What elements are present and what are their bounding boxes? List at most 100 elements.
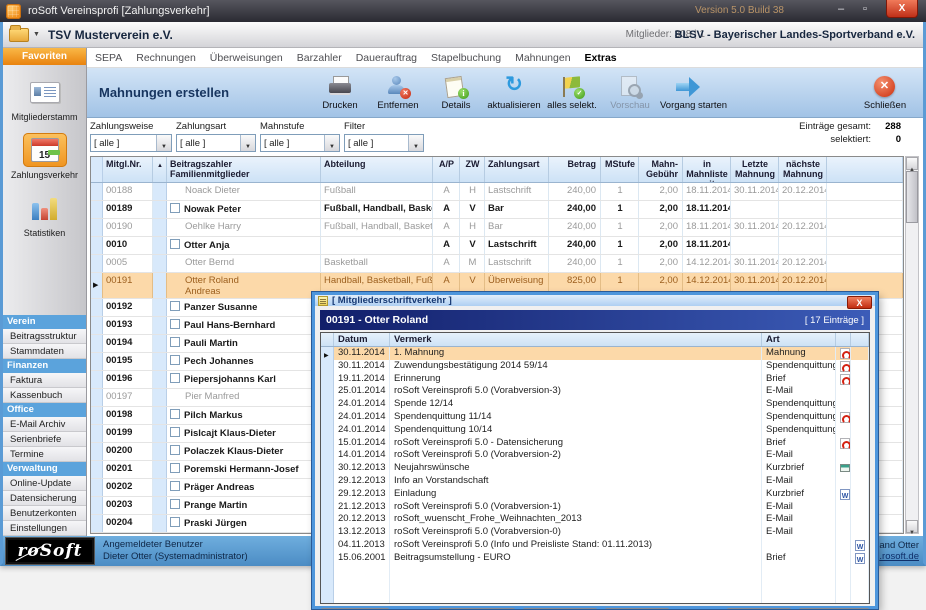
correspondence-row[interactable]: 24.01.2014Spendenquittung 11/14Spendenqu… [321, 411, 869, 424]
sidebar-item-online-update[interactable]: Online-Update [3, 476, 86, 491]
dialog-close-button[interactable]: X [847, 296, 872, 309]
row-checkbox[interactable] [170, 463, 180, 473]
table-row[interactable]: 0005Otter BerndBasketballAMLastschrift24… [91, 255, 903, 273]
table-row[interactable]: 00190Oehlke HarryFußball, Handball, Bask… [91, 219, 903, 237]
header-zahlungsart[interactable]: Zahlungsart [485, 157, 549, 182]
menu-sepa[interactable]: SEPA [95, 52, 122, 64]
scrollbar-thumb[interactable] [906, 171, 918, 223]
sort-ascending-icon[interactable]: ▲ [153, 157, 167, 182]
maximize-button[interactable]: ▫ [856, 3, 874, 15]
header-ap[interactable]: A/P [433, 157, 460, 182]
dialog-header-datum[interactable]: Datum [334, 333, 390, 346]
row-checkbox[interactable] [170, 337, 180, 347]
correspondence-row[interactable]: 20.12.2013roSoft_wuenscht_Frohe_Weihnach… [321, 513, 869, 526]
dialog-header-vermerk[interactable]: Vermerk [390, 333, 762, 346]
scroll-up-icon[interactable] [906, 157, 918, 170]
row-checkbox[interactable] [170, 427, 180, 437]
correspondence-row[interactable]: 04.11.2013roSoft Vereinsprofi 5.0 (Info … [321, 539, 869, 552]
correspondence-row[interactable]: 15.01.2014roSoft Vereinsprofi 5.0 - Date… [321, 437, 869, 450]
table-row[interactable]: 00188Noack DieterFußballAHLastschrift240… [91, 183, 903, 201]
toolbar-button-vorschau[interactable]: Vorschau [602, 75, 658, 111]
sidebar-item-statistiken[interactable]: Statistiken [3, 191, 86, 238]
row-checkbox[interactable] [170, 301, 180, 311]
dialog-header-marker[interactable] [321, 333, 334, 346]
menu-mahnungen[interactable]: Mahnungen [515, 52, 570, 64]
filter-dropdown-mahnstufe[interactable]: [ alle ] [260, 134, 340, 152]
folder-icon[interactable] [9, 28, 29, 42]
scroll-down-icon[interactable] [906, 520, 918, 533]
header-betrag[interactable]: Betrag [549, 157, 601, 182]
row-checkbox[interactable] [170, 373, 180, 383]
filter-dropdown-filter[interactable]: [ alle ] [344, 134, 424, 152]
correspondence-row[interactable] [321, 577, 869, 590]
header-mstufe[interactable]: MStufe [601, 157, 639, 182]
header-mahnliste-seit[interactable]: in Mahnliste seit [683, 157, 731, 182]
dialog-header-icon1[interactable] [836, 333, 851, 346]
toolbar-button-alles-selekt[interactable]: alles selekt. [544, 75, 600, 111]
header-letzte-mahnung[interactable]: Letzte Mahnung [731, 157, 779, 182]
header-beitragszahler[interactable]: Beitragszahler Familienmitglieder [167, 157, 321, 182]
sidebar-item-zahlungsverkehr[interactable]: 15Zahlungsverkehr [3, 133, 86, 180]
row-checkbox[interactable] [170, 239, 180, 249]
toolbar-button-details[interactable]: Details [428, 75, 484, 111]
correspondence-row[interactable]: 29.12.2013Info an VorstandschaftE-Mail [321, 475, 869, 488]
header-naechste-mahnung[interactable]: nächste Mahnung [779, 157, 827, 182]
menu-uberweisungen[interactable]: Überweisungen [210, 52, 283, 64]
header-zw[interactable]: ZW [460, 157, 485, 182]
row-checkbox[interactable] [170, 499, 180, 509]
minimize-button[interactable]: – [832, 3, 850, 15]
correspondence-row[interactable]: 30.12.2013NeujahrswünscheKurzbrief [321, 462, 869, 475]
row-checkbox[interactable] [170, 409, 180, 419]
header-mitglnr[interactable]: Mitgl.Nr. [103, 157, 153, 182]
sidebar-item-benutzerkonten[interactable]: Benutzerkonten [3, 506, 86, 521]
correspondence-row[interactable]: 15.06.2001Beitragsumstellung - EUROBrief [321, 552, 869, 565]
row-checkbox[interactable] [170, 517, 180, 527]
correspondence-row[interactable]: 24.01.2014Spende 12/14Spendenquittung [321, 398, 869, 411]
row-checkbox[interactable] [170, 319, 180, 329]
row-checkbox[interactable] [170, 445, 180, 455]
sidebar-item-e-mail-archiv[interactable]: E-Mail Archiv [3, 417, 86, 432]
menu-rechnungen[interactable]: Rechnungen [136, 52, 196, 64]
menu-barzahler[interactable]: Barzahler [297, 52, 342, 64]
header-marker-cell[interactable] [91, 157, 103, 182]
row-checkbox[interactable] [170, 203, 180, 213]
toolbar-button-schliessen[interactable]: Schließen [857, 75, 913, 111]
sidebar-item-faktura[interactable]: Faktura [3, 373, 86, 388]
correspondence-row[interactable]: 14.01.2014roSoft Vereinsprofi 5.0 (Vorab… [321, 449, 869, 462]
table-row[interactable]: 00189Nowak PeterFußball, Handball, Baske… [91, 201, 903, 219]
menu-stapelbuchung[interactable]: Stapelbuchung [431, 52, 501, 64]
sidebar-item-kassenbuch[interactable]: Kassenbuch [3, 388, 86, 403]
sidebar-item-datensicherung[interactable]: Datensicherung [3, 491, 86, 506]
correspondence-row[interactable]: 30.11.2014Zuwendungsbestätigung 2014 59/… [321, 360, 869, 373]
toolbar-button-entfernen[interactable]: Entfernen [370, 75, 426, 111]
correspondence-row[interactable] [321, 565, 869, 578]
row-checkbox[interactable] [170, 481, 180, 491]
sidebar-item-einstellungen[interactable]: Einstellungen [3, 521, 86, 536]
correspondence-row[interactable]: 30.11.20141. MahnungMahnung [321, 347, 869, 360]
correspondence-row[interactable]: 29.12.2013EinladungKurzbrief [321, 488, 869, 501]
correspondence-row[interactable]: 19.11.2014ErinnerungBrief [321, 373, 869, 386]
vertical-scrollbar[interactable] [905, 156, 919, 534]
sidebar-item-stammdaten[interactable]: Stammdaten [3, 344, 86, 359]
header-abteilung[interactable]: Abteilung [321, 157, 433, 182]
menu-extras[interactable]: Extras [585, 52, 617, 64]
sidebar-item-beitragsstruktur[interactable]: Beitragsstruktur [3, 329, 86, 344]
sidebar-item-serienbriefe[interactable]: Serienbriefe [3, 432, 86, 447]
header-mahngebuehr[interactable]: Mahn- Gebühr [639, 157, 683, 182]
toolbar-button-drucken[interactable]: Drucken [312, 75, 368, 111]
chevron-down-icon[interactable]: ▼ [33, 31, 40, 38]
correspondence-row[interactable]: 13.12.2013roSoft Vereinsprofi 5.0 (Vorab… [321, 526, 869, 539]
sidebar-item-termine[interactable]: Termine [3, 447, 86, 462]
menu-dauerauftrag[interactable]: Dauerauftrag [356, 52, 417, 64]
website-link[interactable]: .rosoft.de [879, 551, 919, 562]
correspondence-row[interactable] [321, 590, 869, 603]
table-row[interactable]: 0010Otter AnjaAVLastschrift240,0012,0018… [91, 237, 903, 255]
correspondence-row[interactable]: 24.01.2014Spendenquittung 10/14Spendenqu… [321, 424, 869, 437]
toolbar-button-vorgang-starten[interactable]: Vorgang starten [660, 75, 716, 111]
dialog-header-icon2[interactable] [851, 333, 869, 346]
sidebar-item-mitgliederstamm[interactable]: Mitgliederstamm [3, 75, 86, 122]
filter-dropdown-zahlungsart[interactable]: [ alle ] [176, 134, 256, 152]
toolbar-button-aktualisieren[interactable]: aktualisieren [486, 75, 542, 111]
dialog-header-art[interactable]: Art [762, 333, 836, 346]
correspondence-row[interactable]: 21.12.2013roSoft Vereinsprofi 5.0 (Vorab… [321, 501, 869, 514]
